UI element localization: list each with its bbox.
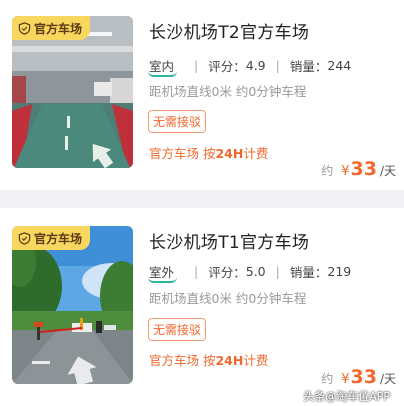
parking-type: 室内 [147, 56, 178, 77]
shield-icon [18, 21, 31, 35]
currency-symbol: ¥ [341, 164, 350, 179]
rating-value: 4.9 [245, 58, 266, 73]
price: 约 ¥ 33 /天 [321, 158, 396, 180]
parking-title[interactable]: 长沙机场T2官方车场 [149, 18, 309, 43]
sales-label: 销量： [289, 265, 328, 280]
billing-suffix: 计费 [243, 353, 269, 368]
rating-label: 评分： [208, 265, 246, 280]
shield-icon [18, 231, 31, 245]
distance-info: 距机场直线0米 约0分钟车程 [149, 291, 307, 306]
watermark: 头条@淘车位APP [303, 390, 390, 403]
sales-label: 销量： [289, 59, 328, 74]
price-unit: /天 [379, 164, 396, 178]
divider: | [194, 58, 199, 73]
currency-symbol: ¥ [341, 372, 350, 387]
billing-highlight: 24H [215, 146, 244, 161]
parking-card-t2[interactable]: 官方车场 长沙机场T2官方车场 室内 | 评分： 4.9 | 销量： 244 距… [0, 0, 404, 190]
meta-line: 室外 | 评分： 5.0 | 销量： 219 [147, 262, 352, 283]
parking-card-t1[interactable]: 官方车场 长沙机场T1官方车场 室外 | 评分： 5.0 | 销量： 219 距… [0, 208, 404, 406]
divider: | [275, 264, 280, 279]
divider: | [194, 264, 199, 279]
distance-info: 距机场直线0米 约0分钟车程 [149, 84, 307, 99]
no-shuttle-tag: 无需接驳 [148, 318, 207, 341]
official-badge: 官方车场 [12, 226, 91, 250]
parking-title[interactable]: 长沙机场T1官方车场 [149, 228, 309, 253]
sales-value: 219 [327, 264, 352, 279]
billing-info: 官方车场 按24H计费 [149, 143, 268, 162]
badge-label: 官方车场 [34, 21, 83, 36]
rating-label: 评分： [208, 59, 246, 74]
rating-value: 5.0 [245, 264, 266, 279]
billing-info: 官方车场 按24H计费 [149, 350, 268, 369]
badge-label: 官方车场 [34, 231, 83, 246]
parking-photo-indoor[interactable]: 官方车场 [12, 16, 133, 168]
billing-prefix: 官方车场 按 [149, 146, 216, 161]
billing-highlight: 24H [215, 353, 244, 368]
meta-line: 室内 | 评分： 4.9 | 销量： 244 [147, 56, 352, 77]
sales-value: 244 [327, 58, 352, 73]
no-shuttle-tag: 无需接驳 [148, 110, 207, 133]
price-amount: 33 [350, 158, 377, 180]
official-badge: 官方车场 [12, 16, 91, 40]
parking-type: 室外 [147, 262, 178, 283]
divider: | [275, 58, 280, 73]
parking-photo-outdoor[interactable]: 官方车场 [12, 226, 133, 384]
price-unit: /天 [379, 372, 396, 386]
price-prefix: 约 [321, 164, 334, 178]
billing-suffix: 计费 [243, 146, 269, 161]
price: 约 ¥ 33 /天 [321, 366, 396, 388]
billing-prefix: 官方车场 按 [149, 353, 216, 368]
price-prefix: 约 [321, 372, 334, 386]
price-amount: 33 [350, 366, 377, 388]
